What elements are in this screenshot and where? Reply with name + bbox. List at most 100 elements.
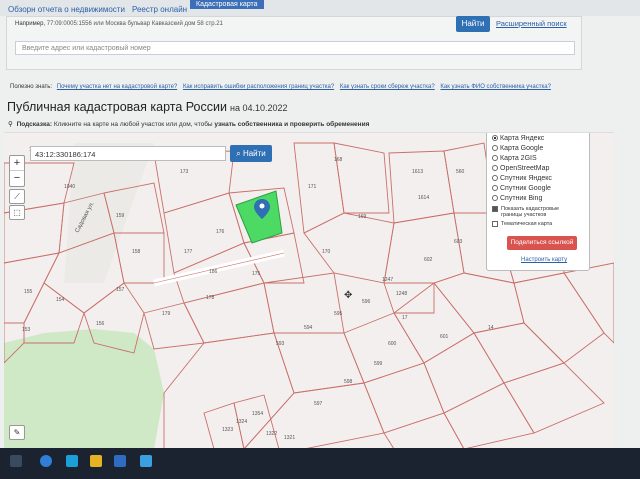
forest-area xyxy=(4,329,164,448)
radio-selected[interactable] xyxy=(492,135,498,141)
parcel-label: 179 xyxy=(162,311,171,317)
address-search-input[interactable]: Введите адрес или кадастровый номер xyxy=(15,41,575,55)
useful-link-1[interactable]: Почему участка нет на кадастровой карте? xyxy=(57,84,177,90)
layer-option-label: OpenStreetMap xyxy=(500,164,550,172)
radio[interactable] xyxy=(492,165,498,171)
boundaries-checkbox-row[interactable]: Показать кадастровые границы участков xyxy=(492,206,584,218)
layer-option-label: Карта 2GIS xyxy=(500,154,537,162)
parcel-label: 600 xyxy=(388,341,397,347)
measure-tool-icon[interactable]: ✎ xyxy=(9,425,25,440)
search-example: Например, 77:09:0005:1556 или Москва бул… xyxy=(15,21,223,27)
useful-link-4[interactable]: Как узнать ФИО собственника участка? xyxy=(440,84,551,90)
parcel-label: 593 xyxy=(276,341,285,347)
edge-browser-icon[interactable] xyxy=(40,455,52,467)
parcel-label: 175 xyxy=(252,271,261,277)
thematic-checkbox-row[interactable]: Тематическая карта xyxy=(492,221,584,227)
ruler-tool-icon[interactable]: ⟋ xyxy=(9,189,25,204)
parcel-label: 1248 xyxy=(396,291,407,297)
layer-option[interactable]: Спутник Google xyxy=(492,183,584,193)
thematic-checkbox[interactable] xyxy=(492,221,498,227)
parcel-label: 176 xyxy=(216,229,225,235)
parcel-label: 168 xyxy=(334,157,343,163)
parcel-label: 1247 xyxy=(382,277,393,283)
configure-map-link[interactable]: Настроить карту xyxy=(521,257,567,263)
hint-bold-text: узнать собственника и проверить обремене… xyxy=(214,121,370,128)
layer-option[interactable]: Спутник Яндекс xyxy=(492,173,584,183)
layer-option-label: Спутник Google xyxy=(500,184,551,192)
parcel-label: 177 xyxy=(184,249,193,255)
advanced-search-link[interactable]: Расширенный поиск xyxy=(496,19,567,28)
map-find-button[interactable]: ⌕ Найти xyxy=(230,145,272,162)
radio[interactable] xyxy=(492,155,498,161)
area-tool-icon[interactable]: ⬚ xyxy=(9,205,25,220)
nav-item-report[interactable]: Обзорн отчета о недвижимости xyxy=(8,5,125,14)
parcel-label: 594 xyxy=(304,325,313,331)
search-find-button[interactable]: Найти xyxy=(456,16,490,32)
parcel-label: 1323 xyxy=(222,427,233,433)
parcel-label: 598 xyxy=(344,379,353,385)
search-icon: ⌕ xyxy=(236,149,241,158)
page-date: на 04.10.2022 xyxy=(229,103,288,113)
parcel-label: 1614 xyxy=(418,195,429,201)
nav-item-cadastral-map[interactable]: Кадастровая карта xyxy=(190,0,264,9)
radio[interactable] xyxy=(492,175,498,181)
mail-icon[interactable] xyxy=(140,455,152,467)
layer-option[interactable]: Карта Google xyxy=(492,143,584,153)
parcel-label: 1324 xyxy=(236,419,247,425)
parcel-label: 155 xyxy=(24,289,33,295)
zoom-out-button[interactable]: − xyxy=(10,171,24,186)
parcel-label: 599 xyxy=(374,361,383,367)
layer-option[interactable]: Карта Яндекс xyxy=(492,133,584,143)
cadastral-number-input[interactable]: 43:12:330186:174 xyxy=(30,146,226,161)
app-icon[interactable] xyxy=(66,455,78,467)
parcel-label: 1040 xyxy=(64,184,75,190)
parcel-label: 158 xyxy=(132,249,141,255)
thematic-label: Тематическая карта xyxy=(501,221,553,227)
nav-item-registry[interactable]: Реестр онлайн xyxy=(132,5,187,14)
layer-option[interactable]: Спутник Bing xyxy=(492,193,584,203)
start-icon[interactable] xyxy=(10,455,22,467)
parcel-label: 159 xyxy=(116,213,125,219)
cadastral-map[interactable]: ✥ Садовая ул. 1040 1041 173 168 171 169 … xyxy=(4,132,614,448)
layer-option-label: Спутник Bing xyxy=(500,194,543,202)
parcel-label: 1322 xyxy=(266,431,277,437)
radio[interactable] xyxy=(492,195,498,201)
boundaries-checkbox[interactable] xyxy=(492,206,498,212)
zoom-control: + − xyxy=(9,155,25,187)
store-icon[interactable] xyxy=(114,455,126,467)
share-link-button[interactable]: Поделиться ссылкой xyxy=(507,236,577,250)
useful-prefix: Полезно знать: xyxy=(10,84,53,90)
parcel-label: 170 xyxy=(322,249,331,255)
parcel-label: 595 xyxy=(334,311,343,317)
useful-link-3[interactable]: Как узнать сроки сбереж участка? xyxy=(340,84,435,90)
parcel-label: 1613 xyxy=(412,169,423,175)
boundaries-label: Показать кадастровые границы участков xyxy=(501,206,560,218)
hint-text: Кликните на карте на любой участок или д… xyxy=(53,121,213,128)
parcel-label: 178 xyxy=(206,295,215,301)
layer-option-label: Карта Яндекс xyxy=(500,134,545,142)
parcel-label: 173 xyxy=(180,169,189,175)
parcel-label: 603 xyxy=(454,239,463,245)
parcel-label: 153 xyxy=(22,327,31,333)
useful-link-2[interactable]: Как исправить ошибки расположения границ… xyxy=(183,84,334,90)
radio[interactable] xyxy=(492,185,498,191)
parcel-label: 1321 xyxy=(284,435,295,441)
selected-parcel[interactable] xyxy=(235,190,283,244)
layer-option-label: Спутник Яндекс xyxy=(500,174,552,182)
page-title: Публичная кадастровая карта России на 04.… xyxy=(7,100,288,114)
layer-option[interactable]: Карта 2GIS xyxy=(492,153,584,163)
parcel-label: 169 xyxy=(358,214,367,220)
useful-links: Полезно знать: Почему участка нет на кад… xyxy=(10,84,555,90)
layer-option[interactable]: OpenStreetMap xyxy=(492,163,584,173)
folder-icon[interactable] xyxy=(90,455,102,467)
parcel-label: 186 xyxy=(209,269,218,275)
parcel-label: 1354 xyxy=(252,411,263,417)
radio[interactable] xyxy=(492,145,498,151)
parcel-label: 560 xyxy=(456,169,465,175)
zoom-in-button[interactable]: + xyxy=(10,156,24,171)
parcel-label: 171 xyxy=(308,184,317,190)
parcel-label: 154 xyxy=(56,297,65,303)
map-find-label: Найти xyxy=(242,149,266,158)
hint-label: Подсказка: xyxy=(16,121,53,128)
layer-switcher-panel: Карта Яндекс Карта Google Карта 2GIS Ope… xyxy=(486,133,590,271)
